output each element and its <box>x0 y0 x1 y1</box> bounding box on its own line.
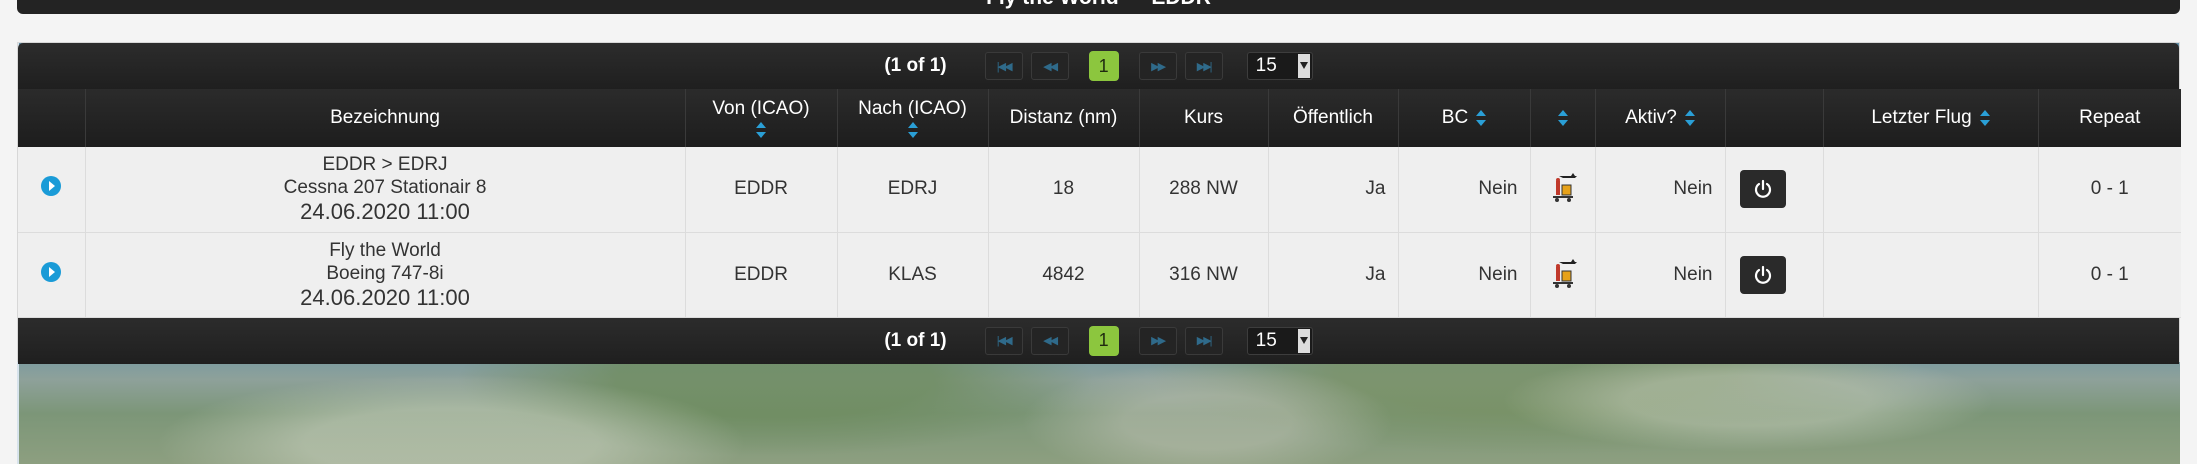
repeat-cell: 0 - 1 <box>2037 147 2181 233</box>
col-oeffentlich: Öffentlich <box>1267 89 1398 147</box>
paginator-bottom: (1 of 1) |◀◀ ◀◀ 1 ▶▶ ▶▶| 15 <box>18 317 2179 364</box>
flight-route: Fly the World <box>329 239 441 261</box>
paginator-status: (1 of 1) <box>884 55 947 76</box>
letzter-flug-cell <box>1822 232 2038 318</box>
first-page-icon[interactable]: |◀◀ <box>984 52 1023 80</box>
col-icon[interactable] <box>1529 89 1595 147</box>
sort-icon[interactable] <box>1684 109 1695 126</box>
cargo-icon-cell <box>1529 147 1595 233</box>
col-von[interactable]: Von (ICAO) <box>684 89 837 147</box>
col-kurs: Kurs <box>1138 89 1268 147</box>
bc-cell: Nein <box>1397 147 1530 233</box>
last-page-icon[interactable]: ▶▶| <box>1184 52 1223 80</box>
prev-page-icon[interactable]: ◀◀ <box>1030 52 1069 80</box>
rows-per-page-select[interactable]: 15 <box>1246 326 1313 355</box>
kurs-cell: 288 NW <box>1138 147 1268 233</box>
table-header-row: Bezeichnung Von (ICAO) Nach (ICAO) Dista… <box>18 89 2181 147</box>
flight-datetime: 24.06.2020 11:00 <box>300 284 470 310</box>
col-aktiv-label: Aktiv? <box>1625 107 1677 128</box>
col-nach[interactable]: Nach (ICAO) <box>836 89 988 147</box>
col-von-label: Von (ICAO) <box>712 98 810 119</box>
last-page-icon[interactable]: ▶▶| <box>1184 326 1223 355</box>
col-distanz: Distanz (nm) <box>987 89 1139 147</box>
oeffentlich-cell: Ja <box>1267 147 1398 233</box>
col-repeat: Repeat <box>2037 89 2181 147</box>
sort-icon[interactable] <box>907 122 918 138</box>
sort-icon[interactable] <box>756 122 766 138</box>
rows-per-page-value: 15 <box>1255 55 1277 76</box>
paginator-status: (1 of 1) <box>884 329 947 351</box>
sort-icon[interactable] <box>1476 109 1487 126</box>
col-power <box>1724 89 1823 147</box>
page-header-bar: Fly the World — EDDR <box>17 0 2180 14</box>
power-icon <box>1754 265 1771 284</box>
row-expand-cell <box>18 147 85 233</box>
cargo-icon-cell <box>1529 232 1595 318</box>
nach-cell: EDRJ <box>836 147 988 233</box>
aktiv-cell: Nein <box>1594 147 1725 233</box>
repeat-cell: 0 - 1 <box>2037 232 2181 318</box>
first-page-icon[interactable]: |◀◀ <box>984 326 1023 355</box>
rows-per-page-select[interactable]: 15 <box>1246 52 1313 80</box>
bezeichnung-cell: EDDR > EDRJ Cessna 207 Stationair 8 24.0… <box>84 147 685 233</box>
sort-icon[interactable] <box>1979 109 1990 126</box>
aktiv-cell: Nein <box>1594 232 1725 318</box>
table-row: EDDR > EDRJ Cessna 207 Stationair 8 24.0… <box>18 147 2181 233</box>
power-button[interactable] <box>1739 170 1786 209</box>
col-letzter-flug[interactable]: Letzter Flug <box>1822 89 2038 147</box>
power-cell <box>1724 147 1823 233</box>
chevron-down-icon <box>1297 54 1310 78</box>
distanz-cell: 4842 <box>987 232 1139 318</box>
prev-page-icon[interactable]: ◀◀ <box>1030 326 1069 355</box>
bc-cell: Nein <box>1397 232 1530 318</box>
sort-icon[interactable] <box>1557 109 1568 126</box>
page-title: Fly the World — EDDR <box>17 0 2180 10</box>
chevron-down-icon <box>1297 328 1310 353</box>
power-button[interactable] <box>1739 255 1786 294</box>
paginator-top: (1 of 1) |◀◀ ◀◀ 1 ▶▶ ▶▶| 15 <box>18 43 2179 89</box>
col-aktiv[interactable]: Aktiv? <box>1594 89 1725 147</box>
next-page-icon[interactable]: ▶▶ <box>1138 326 1177 355</box>
bezeichnung-cell: Fly the World Boeing 747-8i 24.06.2020 1… <box>84 232 685 318</box>
distanz-cell: 18 <box>987 147 1139 233</box>
von-cell: EDDR <box>684 147 837 233</box>
kurs-cell: 316 NW <box>1138 232 1268 318</box>
page-number-button[interactable]: 1 <box>1088 51 1119 81</box>
table-row: Fly the World Boeing 747-8i 24.06.2020 1… <box>18 232 2181 318</box>
page-number-button[interactable]: 1 <box>1088 325 1119 356</box>
col-nach-label: Nach (ICAO) <box>858 98 967 119</box>
letzter-flug-cell <box>1822 147 2038 233</box>
flights-table: Bezeichnung Von (ICAO) Nach (ICAO) Dista… <box>18 89 2181 318</box>
flight-table-panel: (1 of 1) |◀◀ ◀◀ 1 ▶▶ ▶▶| 15 Bezeichnung … <box>17 42 2181 364</box>
col-bc-label: BC <box>1441 107 1469 128</box>
flight-datetime: 24.06.2020 11:00 <box>300 199 470 225</box>
col-bc[interactable]: BC <box>1397 89 1530 147</box>
von-cell: EDDR <box>684 232 837 318</box>
power-icon <box>1754 180 1771 199</box>
rows-per-page-value: 15 <box>1255 329 1277 351</box>
aircraft-name: Cessna 207 Stationair 8 <box>283 177 487 199</box>
power-cell <box>1724 232 1823 318</box>
expand-row-icon[interactable] <box>41 261 62 282</box>
row-expand-cell <box>18 232 85 318</box>
luggage-trolley-icon[interactable] <box>1549 169 1577 203</box>
luggage-trolley-icon[interactable] <box>1549 255 1577 289</box>
col-bezeichnung[interactable]: Bezeichnung <box>84 89 685 147</box>
next-page-icon[interactable]: ▶▶ <box>1138 52 1177 80</box>
aircraft-name: Boeing 747-8i <box>326 262 444 284</box>
col-expand <box>18 89 85 147</box>
oeffentlich-cell: Ja <box>1267 232 1398 318</box>
flight-route: EDDR > EDRJ <box>322 154 448 176</box>
col-letzter-flug-label: Letzter Flug <box>1871 107 1972 128</box>
nach-cell: KLAS <box>836 232 988 318</box>
expand-row-icon[interactable] <box>41 176 62 197</box>
